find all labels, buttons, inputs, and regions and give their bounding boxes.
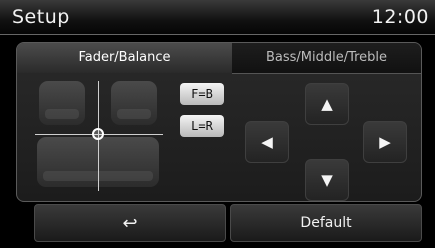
back-button[interactable]: ↩: [34, 204, 226, 242]
sound-settings-panel: Fader/Balance Bass/Middle/Treble F=B L=R…: [16, 42, 422, 202]
default-button[interactable]: Default: [230, 204, 422, 242]
arrow-down-button[interactable]: ▼: [305, 159, 349, 201]
arrow-right-icon: ▶: [379, 133, 391, 151]
fader-center-button[interactable]: F=B: [180, 83, 224, 105]
back-icon: ↩: [122, 212, 138, 234]
arrow-up-button[interactable]: ▲: [305, 83, 349, 125]
seat-diagram[interactable]: [35, 81, 163, 193]
arrow-left-button[interactable]: ◀: [245, 121, 289, 163]
default-button-label: Default: [300, 215, 352, 231]
tab-fader-balance[interactable]: Fader/Balance: [17, 43, 233, 73]
arrow-up-icon: ▲: [321, 95, 333, 113]
arrow-down-icon: ▼: [321, 171, 333, 189]
header-bar: Setup 12:00: [0, 0, 435, 35]
fader-balance-position-marker[interactable]: [92, 128, 104, 140]
tab-bass-middle-treble[interactable]: Bass/Middle/Treble: [232, 43, 421, 74]
arrow-left-icon: ◀: [261, 133, 273, 151]
balance-center-button[interactable]: L=R: [180, 115, 224, 137]
seat-front-right: [111, 81, 157, 125]
page-title: Setup: [12, 6, 70, 28]
arrow-right-button[interactable]: ▶: [363, 121, 407, 163]
seat-front-left: [39, 81, 85, 125]
clock: 12:00: [371, 6, 429, 28]
